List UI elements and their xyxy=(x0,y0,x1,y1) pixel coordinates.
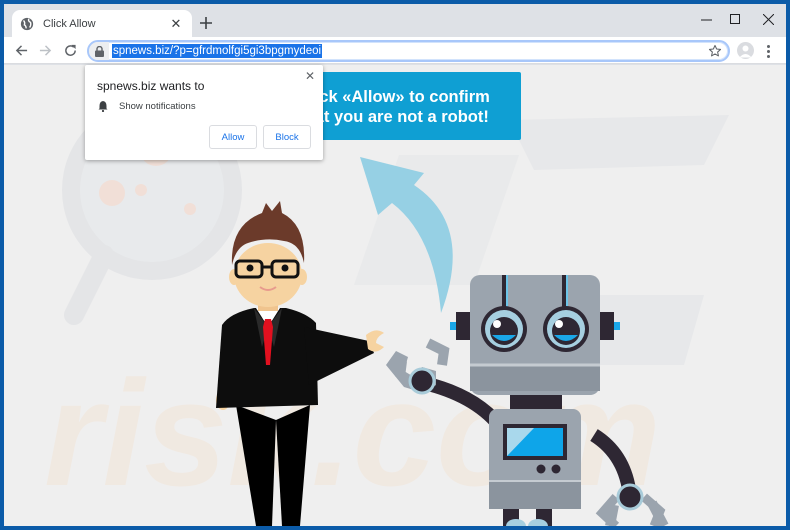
maximize-button[interactable] xyxy=(720,8,750,30)
minimize-button[interactable] xyxy=(691,8,721,30)
bell-icon xyxy=(98,101,108,112)
lock-icon xyxy=(94,45,104,57)
forward-button[interactable] xyxy=(35,40,55,60)
forward-arrow-icon xyxy=(39,44,51,56)
address-bar[interactable]: spnews.biz/?p=gfrdmolfgi5gi3bpgmydeoi xyxy=(87,40,730,62)
block-button[interactable]: Block xyxy=(263,125,311,149)
window-close-button[interactable] xyxy=(753,8,783,30)
tab-click-allow[interactable]: Click Allow ✕ xyxy=(12,10,192,37)
globe-icon xyxy=(20,17,34,30)
maximize-icon xyxy=(730,14,740,24)
reload-button[interactable] xyxy=(60,40,80,60)
notification-permission-popup: spnews.biz wants to ✕ Show notifications… xyxy=(85,65,323,160)
new-tab-button[interactable] xyxy=(196,13,216,33)
site-info-button[interactable] xyxy=(89,42,109,60)
back-arrow-icon xyxy=(15,44,27,56)
reload-icon xyxy=(64,44,76,56)
star-icon[interactable] xyxy=(708,44,722,58)
minimize-icon xyxy=(700,19,712,20)
tab-strip: Click Allow ✕ xyxy=(4,4,786,37)
back-button[interactable] xyxy=(11,40,31,60)
url-text[interactable]: spnews.biz/?p=gfrdmolfgi5gi3bpgmydeoi xyxy=(112,44,323,58)
robot-figure xyxy=(386,275,669,526)
plus-icon xyxy=(200,17,212,29)
browser-window: Click Allow ✕ spnews.biz/?p=gfrdmolfgi5g… xyxy=(4,4,786,526)
permission-row: Show notifications xyxy=(97,100,196,112)
close-icon xyxy=(762,13,774,25)
profile-avatar-icon[interactable] xyxy=(737,42,754,59)
browser-toolbar: spnews.biz/?p=gfrdmolfgi5gi3bpgmydeoi xyxy=(4,37,786,64)
popup-close-icon[interactable]: ✕ xyxy=(303,69,317,83)
tab-title: Click Allow xyxy=(43,17,96,30)
businessman-figure xyxy=(216,201,384,526)
curved-arrow-icon xyxy=(360,157,453,313)
allow-button[interactable]: Allow xyxy=(209,125,257,149)
permission-text: Show notifications xyxy=(119,100,196,112)
popup-title: spnews.biz wants to xyxy=(97,79,205,93)
tab-close-icon[interactable]: ✕ xyxy=(168,16,184,32)
kebab-menu-icon[interactable] xyxy=(761,41,775,61)
